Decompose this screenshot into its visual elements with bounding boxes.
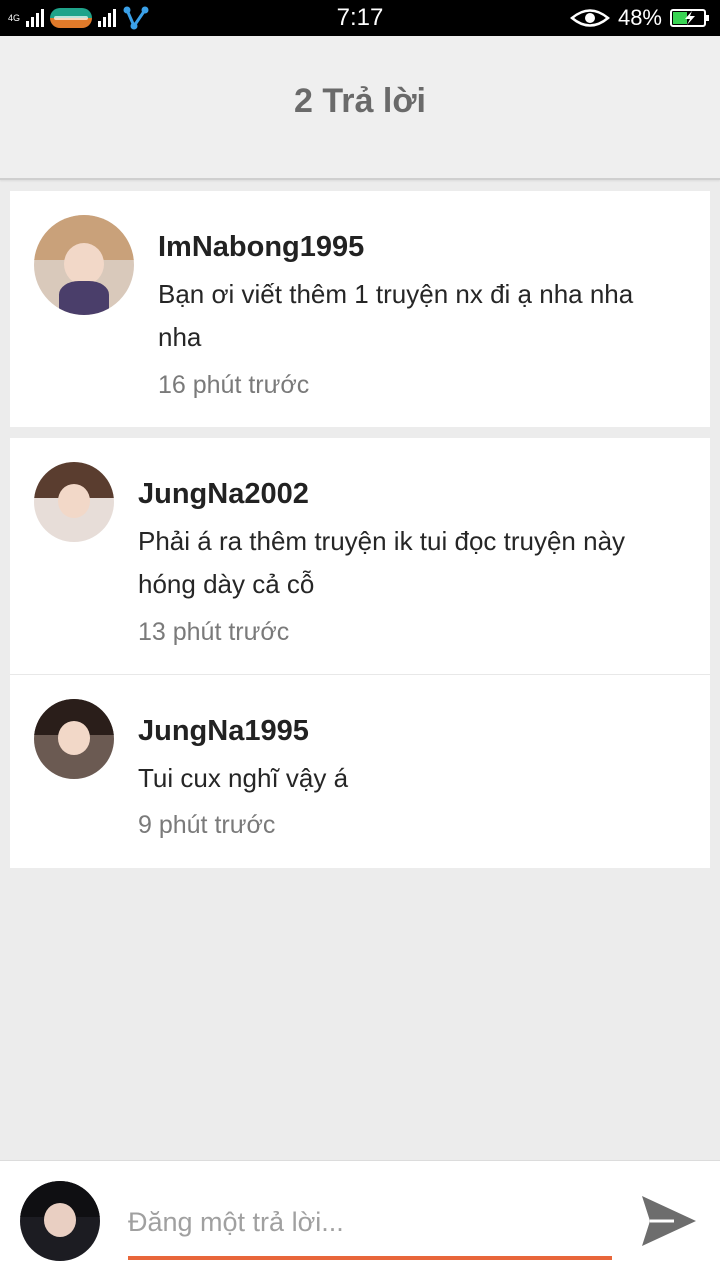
avatar[interactable] (34, 215, 134, 315)
replies-card: JungNa2002 Phải á ra thêm truyện ik tui … (10, 438, 710, 868)
reply-item: JungNa2002 Phải á ra thêm truyện ik tui … (10, 438, 710, 674)
comment-time: 16 phút trước (158, 371, 310, 399)
reply-username[interactable]: JungNa2002 (138, 478, 309, 511)
eye-icon (569, 9, 610, 27)
status-bar: 4G 7:17 48% (0, 0, 720, 36)
reply-time: 9 phút trước (138, 811, 276, 839)
battery-charging-icon (670, 9, 709, 27)
reply-text: Phải á ra thêm truyện ik tui đọc truyện … (138, 526, 626, 599)
reply-composer (0, 1160, 720, 1280)
battery-percent: 48% (617, 5, 662, 30)
reply-input-underline (128, 1256, 612, 1260)
status-right: 48% (569, 4, 710, 32)
reply-item: JungNa1995 Tui cux nghĩ vậy á 9 phút trư… (10, 675, 710, 868)
comment-username[interactable]: ImNabong1995 (158, 231, 364, 264)
avatar[interactable] (34, 699, 114, 779)
comment-text: Bạn ơi viết thêm 1 truyện nx đi ạ nha nh… (158, 279, 634, 352)
avatar[interactable] (34, 462, 114, 542)
parent-comment-card: ImNabong1995 Bạn ơi viết thêm 1 truyện n… (10, 191, 710, 427)
send-icon (642, 1196, 696, 1246)
current-user-avatar (20, 1181, 100, 1261)
reply-username[interactable]: JungNa1995 (138, 715, 309, 748)
page-header: 2 Trả lời (0, 36, 720, 180)
reply-time: 13 phút trước (138, 618, 290, 646)
page-title: 2 Trả lời (294, 82, 426, 120)
send-button[interactable] (636, 1188, 702, 1254)
reply-text: Tui cux nghĩ vậy á (138, 763, 349, 793)
reply-input[interactable] (128, 1197, 612, 1247)
